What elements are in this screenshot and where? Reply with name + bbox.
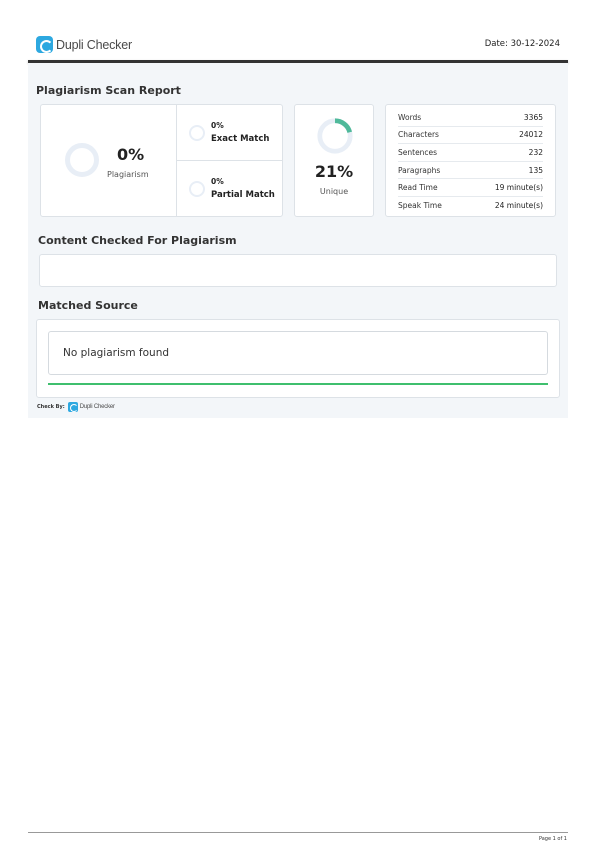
match-result-box: No plagiarism found xyxy=(48,331,548,375)
brand-logo: Dupli Checker xyxy=(36,36,132,53)
page-number: Page 1 of 1 xyxy=(538,836,567,842)
stat-value: 24 minute(s) xyxy=(494,201,543,211)
exact-match-ring-icon xyxy=(189,125,205,141)
stat-label: Characters xyxy=(398,130,439,140)
unique-card: 21% Unique xyxy=(294,104,374,217)
stat-label: Speak Time xyxy=(398,201,442,211)
stat-row-characters: Characters 24012 xyxy=(398,127,543,145)
unique-percent: 21% xyxy=(314,162,354,181)
check-by: Check By: Dupli Checker xyxy=(37,402,115,412)
stat-value: 24012 xyxy=(519,130,543,140)
stat-row-paragraphs: Paragraphs 135 xyxy=(398,162,543,180)
stat-value: 3365 xyxy=(523,112,543,122)
stat-label: Sentences xyxy=(398,147,438,157)
document-stats-card: Words 3365 Characters 24012 Sentences 23… xyxy=(385,104,556,217)
plagiarism-total: 0% Plagiarism xyxy=(41,105,177,216)
partial-match-percent: 0% xyxy=(211,177,224,186)
stat-label: Paragraphs xyxy=(398,165,441,175)
report-header: Dupli Checker Date: 30-12-2024 xyxy=(28,32,568,60)
stat-label: Words xyxy=(398,112,422,122)
matched-source-title: Matched Source xyxy=(38,299,138,312)
footer-divider xyxy=(28,832,568,833)
plagiarism-summary-card: 0% Plagiarism 0% Exact Match 0% Partial … xyxy=(40,104,283,217)
stat-row-sentences: Sentences 232 xyxy=(398,144,543,162)
stat-value: 135 xyxy=(528,165,543,175)
partial-match-ring-icon xyxy=(189,181,205,197)
scan-report-title: Plagiarism Scan Report xyxy=(36,84,181,97)
stat-value: 19 minute(s) xyxy=(494,183,543,193)
dupli-checker-logo-icon xyxy=(36,36,53,53)
unique-ring-icon xyxy=(317,118,353,154)
result-status-bar xyxy=(48,383,548,385)
content-checked-title: Content Checked For Plagiarism xyxy=(38,234,237,247)
plagiarism-ring-icon xyxy=(65,143,99,177)
partial-match-row: 0% Partial Match xyxy=(177,161,283,216)
match-result-text: No plagiarism found xyxy=(63,347,170,359)
content-checked-box xyxy=(39,254,557,287)
plagiarism-percent: 0% xyxy=(117,145,145,164)
stat-row-words: Words 3365 xyxy=(398,109,543,127)
check-by-label: Check By: xyxy=(37,404,65,410)
exact-match-row: 0% Exact Match xyxy=(177,105,283,161)
stat-row-speak-time: Speak Time 24 minute(s) xyxy=(398,197,543,215)
brand-name: Dupli Checker xyxy=(56,37,132,52)
dupli-checker-small-logo-icon xyxy=(67,402,78,412)
partial-match-label: Partial Match xyxy=(211,190,275,200)
report-body: Plagiarism Scan Report 0% Plagiarism 0% … xyxy=(28,63,568,418)
matched-source-box: No plagiarism found xyxy=(36,319,560,398)
stat-label: Read Time xyxy=(398,183,438,193)
stat-row-read-time: Read Time 19 minute(s) xyxy=(398,179,543,197)
exact-match-percent: 0% xyxy=(211,121,224,130)
stat-value: 232 xyxy=(528,147,543,157)
unique-label: Unique xyxy=(319,187,349,196)
plagiarism-label: Plagiarism xyxy=(107,170,149,179)
check-by-brand: Dupli Checker xyxy=(79,404,115,410)
exact-match-label: Exact Match xyxy=(211,134,270,144)
report-date: Date: 30-12-2024 xyxy=(484,39,560,49)
